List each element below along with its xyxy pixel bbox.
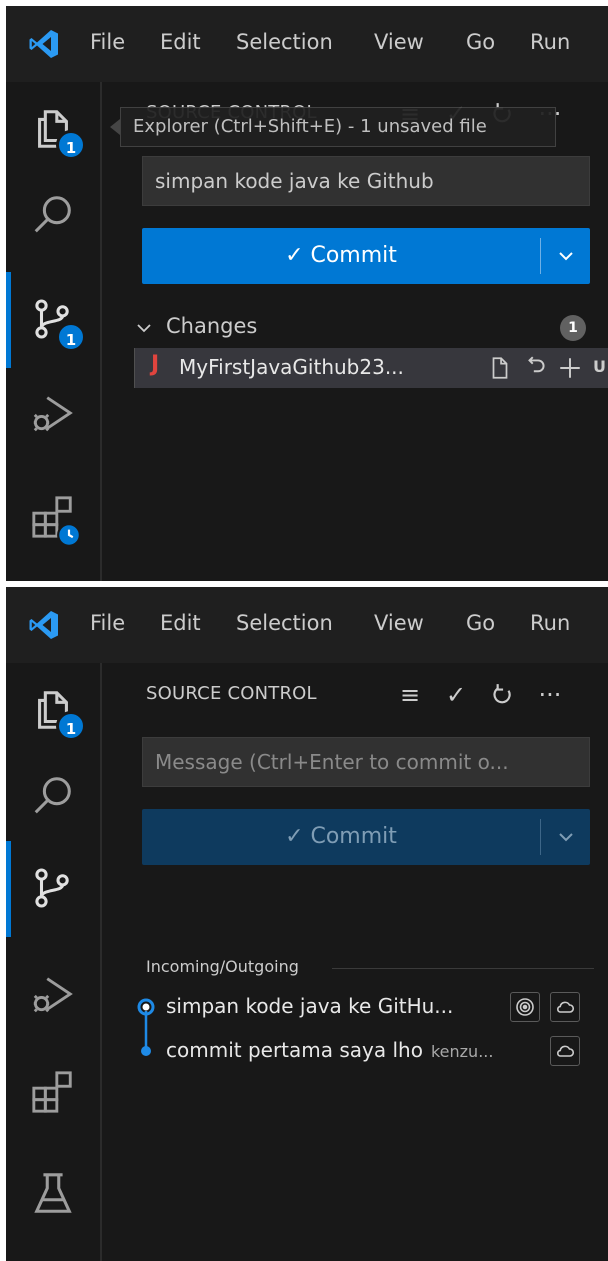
- file-name: MyFirstJavaGithub23...: [179, 355, 404, 379]
- stage-changes-icon[interactable]: [557, 355, 583, 381]
- commit-button[interactable]: ✓ Commit: [142, 809, 590, 865]
- activity-source-control[interactable]: 1: [6, 272, 102, 368]
- activity-search[interactable]: [6, 749, 102, 845]
- commit-dropdown-button[interactable]: [541, 809, 590, 865]
- activity-run-debug[interactable]: [6, 947, 102, 1043]
- activity-testing[interactable]: [6, 1147, 102, 1243]
- activity-explorer[interactable]: 1: [6, 663, 102, 759]
- menu-go[interactable]: Go: [466, 30, 495, 54]
- menu-edit[interactable]: Edit: [160, 611, 201, 635]
- commit-dropdown-button[interactable]: [541, 228, 590, 284]
- changed-file-row[interactable]: J MyFirstJavaGithub23... U: [134, 348, 608, 388]
- vscode-window-after-commit: File Edit Selection View Go Run 1 SOURCE…: [6, 587, 608, 1261]
- menu-file[interactable]: File: [90, 30, 125, 54]
- cloud-icon: [557, 1045, 575, 1057]
- more-actions-icon[interactable]: ···: [534, 677, 566, 713]
- active-indicator: [6, 272, 11, 368]
- activity-explorer[interactable]: 1: [6, 82, 102, 178]
- active-indicator: [6, 841, 11, 937]
- activity-extensions[interactable]: [6, 470, 102, 566]
- branch-target-button[interactable]: [510, 992, 540, 1022]
- cloud-icon: [557, 1001, 575, 1013]
- menu-edit[interactable]: Edit: [160, 30, 201, 54]
- search-icon: [34, 196, 71, 233]
- menu-bar: File Edit Selection View Go Run: [6, 587, 608, 663]
- commit-button-label: ✓ Commit: [285, 243, 397, 268]
- menu-go[interactable]: Go: [466, 611, 495, 635]
- run-debug-icon: [33, 977, 73, 1013]
- java-file-icon: J: [151, 352, 160, 377]
- chevron-down-icon: [558, 252, 573, 261]
- commit-message: simpan kode java ke GitHu...: [166, 994, 454, 1018]
- explorer-tooltip: Explorer (Ctrl+Shift+E) - 1 unsaved file: [120, 107, 556, 147]
- activity-extensions[interactable]: [6, 1045, 102, 1141]
- chevron-down-icon: [558, 833, 573, 842]
- section-divider: [332, 968, 594, 969]
- search-icon: [34, 777, 71, 814]
- menu-view[interactable]: View: [374, 30, 424, 54]
- commit-message-input[interactable]: Message (Ctrl+Enter to commit o...: [142, 737, 590, 787]
- commit-button[interactable]: ✓ Commit: [142, 228, 590, 284]
- menu-file[interactable]: File: [90, 611, 125, 635]
- view-as-list-icon[interactable]: ≡: [394, 677, 426, 713]
- changes-count-badge: 1: [560, 315, 586, 341]
- changes-group-header[interactable]: Changes 1: [104, 310, 608, 346]
- target-icon: [516, 998, 534, 1016]
- vscode-logo-icon: [29, 611, 58, 639]
- tooltip-arrow: [110, 119, 120, 135]
- menu-bar: File Edit Selection View Go Run: [6, 6, 608, 82]
- source-control-icon: [35, 868, 69, 908]
- activity-run-debug[interactable]: [6, 366, 102, 462]
- commit-row[interactable]: commit pertama saya lho kenzu...: [134, 1031, 596, 1071]
- clock-icon: [57, 523, 81, 547]
- flask-icon: [34, 1173, 72, 1213]
- run-debug-icon: [33, 396, 73, 432]
- menu-run[interactable]: Run: [530, 611, 570, 635]
- extensions-icon: [32, 1071, 72, 1113]
- commit-author: kenzu...: [430, 1042, 494, 1061]
- changes-label: Changes: [166, 314, 258, 338]
- source-control-badge: 1: [56, 322, 86, 352]
- view-title: SOURCE CONTROL: [146, 683, 317, 704]
- commit-message-input[interactable]: simpan kode java ke Github: [142, 156, 590, 206]
- menu-selection[interactable]: Selection: [236, 611, 333, 635]
- activity-source-control[interactable]: [6, 841, 102, 937]
- discard-changes-icon[interactable]: [523, 355, 549, 381]
- remote-button[interactable]: [550, 992, 580, 1022]
- incoming-outgoing-header[interactable]: Incoming/Outgoing: [146, 957, 299, 976]
- vscode-window-before-commit: File Edit Selection View Go Run 1 1 simp…: [6, 6, 608, 581]
- remote-button[interactable]: [550, 1036, 580, 1066]
- activity-search[interactable]: [6, 168, 102, 264]
- activity-bar: 1: [6, 663, 102, 1261]
- commit-message: commit pertama saya lho kenzu...: [166, 1038, 494, 1062]
- vscode-logo-icon: [29, 30, 58, 58]
- activity-bar: 1 1: [6, 82, 102, 581]
- explorer-badge: 1: [56, 711, 86, 741]
- menu-view[interactable]: View: [374, 611, 424, 635]
- commit-row[interactable]: simpan kode java ke GitHu...: [134, 987, 596, 1027]
- source-control-view: SOURCE CONTROL ≡ ✓ ··· Message (Ctrl+Ent…: [104, 663, 608, 1261]
- refresh-icon[interactable]: [486, 677, 518, 713]
- source-control-view: SOURCE CONTROL ≡ ✓ ··· simpan kode java …: [104, 82, 608, 581]
- explorer-badge: 1: [56, 130, 86, 160]
- commit-check-icon[interactable]: ✓: [440, 677, 472, 713]
- commit-button-label: ✓ Commit: [285, 824, 397, 849]
- open-file-icon[interactable]: [487, 355, 513, 381]
- untracked-status: U: [593, 357, 606, 376]
- menu-selection[interactable]: Selection: [236, 30, 333, 54]
- menu-run[interactable]: Run: [530, 30, 570, 54]
- chevron-down-icon: [137, 324, 151, 333]
